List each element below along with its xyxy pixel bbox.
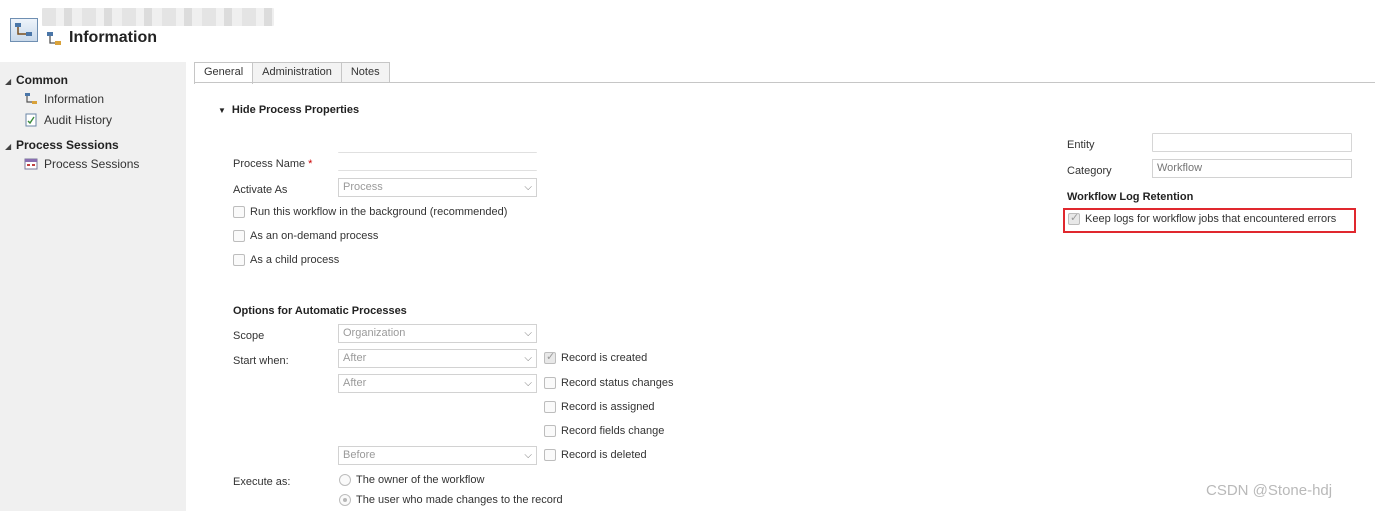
background-workflow-checkbox[interactable]: Run this workflow in the background (rec…	[233, 206, 507, 218]
workflow-log-retention-heading: Workflow Log Retention	[1067, 191, 1194, 203]
scope-label: Scope	[233, 330, 265, 342]
hide-process-properties-toggle[interactable]: ▼ Hide Process Properties	[218, 104, 359, 116]
category-value: Workflow	[1157, 162, 1203, 174]
process-name-label-text: Process Name	[233, 158, 306, 170]
radio-label: The user who made changes to the record	[356, 494, 563, 506]
checkbox[interactable]	[233, 254, 245, 266]
scope-select[interactable]: Organization ⌵	[338, 324, 537, 343]
category-field: Workflow	[1152, 159, 1352, 178]
checkbox-label: As an on-demand process	[250, 230, 379, 242]
nav-item-information[interactable]: Information	[24, 92, 104, 106]
activate-as-select[interactable]: Process ⌵	[338, 178, 537, 197]
chevron-down-icon: ⌵	[524, 450, 532, 461]
checkbox-label: Record fields change	[561, 425, 665, 437]
activate-as-value: Process	[343, 181, 383, 193]
execute-as-owner-radio[interactable]: The owner of the workflow	[339, 474, 484, 486]
nav-item-label: Information	[44, 92, 105, 106]
checkbox[interactable]	[544, 350, 556, 364]
workflow-entity-icon	[10, 18, 38, 42]
category-label: Category	[1067, 165, 1112, 177]
record-status-changes-checkbox[interactable]: Record status changes	[544, 377, 674, 389]
nav-group-process-sessions[interactable]: ◢ Process Sessions	[5, 138, 119, 152]
entity-field	[1152, 133, 1352, 152]
checkbox[interactable]	[544, 449, 556, 461]
chevron-down-icon: ⌵	[524, 378, 532, 389]
tab-administration[interactable]: Administration	[252, 62, 342, 83]
nav-item-label: Process Sessions	[44, 157, 140, 171]
execute-as-label: Execute as:	[233, 476, 291, 488]
page-header: Information	[0, 0, 1375, 62]
record-deleted-checkbox[interactable]: Record is deleted	[544, 449, 647, 461]
checkbox[interactable]	[233, 206, 245, 218]
process-name-input[interactable]	[338, 152, 537, 171]
checkbox-label: Record status changes	[561, 377, 674, 389]
start-when-label: Start when:	[233, 355, 289, 367]
timing-value: Before	[343, 449, 376, 461]
tab-divider	[194, 82, 1375, 83]
collapse-triangle-icon: ▼	[218, 106, 226, 115]
execute-as-user-radio[interactable]: The user who made changes to the record	[339, 494, 563, 506]
watermark: CSDN @Stone-hdj	[1206, 482, 1333, 499]
timing-value: After	[343, 377, 367, 389]
redacted-record-name	[42, 8, 274, 26]
timing-value: After	[343, 352, 367, 364]
left-navigation: ◢ Common Information Audit History ◢ Proce…	[0, 62, 186, 511]
checkbox[interactable]	[544, 401, 556, 413]
process-sessions-icon	[24, 157, 38, 171]
record-deleted-timing-select[interactable]: Before ⌵	[338, 446, 537, 465]
collapse-triangle-icon: ◢	[5, 77, 12, 86]
process-icon	[24, 92, 38, 106]
checkbox-label: Record is assigned	[561, 401, 655, 413]
on-demand-checkbox[interactable]: As an on-demand process	[233, 230, 378, 242]
checkbox-label: As a child process	[250, 254, 340, 266]
process-name-label: Process Name *	[233, 158, 312, 170]
section-title: Hide Process Properties	[231, 104, 360, 116]
checkbox-label: Record is created	[561, 352, 648, 364]
record-created-checkbox[interactable]: Record is created	[544, 350, 648, 364]
record-status-timing-select[interactable]: After ⌵	[338, 374, 537, 393]
tab-general[interactable]: General	[194, 62, 254, 84]
chevron-down-icon: ⌵	[524, 353, 532, 364]
child-process-checkbox[interactable]: As a child process	[233, 254, 339, 266]
tab-notes[interactable]: Notes	[340, 62, 390, 83]
required-indicator: *	[308, 158, 313, 170]
nav-group-common[interactable]: ◢ Common	[5, 73, 68, 87]
audit-history-icon	[24, 113, 38, 127]
chevron-down-icon: ⌵	[524, 328, 532, 339]
radio-button[interactable]	[339, 474, 351, 486]
nav-item-process-sessions[interactable]: Process Sessions	[24, 157, 139, 171]
automatic-processes-heading: Options for Automatic Processes	[233, 305, 407, 317]
record-assigned-checkbox[interactable]: Record is assigned	[544, 401, 655, 413]
activate-as-label: Activate As	[233, 184, 288, 196]
radio-button[interactable]	[339, 494, 351, 506]
record-fields-change-checkbox[interactable]: Record fields change	[544, 425, 664, 437]
entity-label: Entity	[1067, 139, 1095, 151]
chevron-down-icon: ⌵	[524, 182, 532, 193]
radio-label: The owner of the workflow	[356, 474, 485, 486]
checkbox[interactable]	[544, 377, 556, 389]
checkbox[interactable]	[544, 425, 556, 437]
nav-group-label: Process Sessions	[16, 138, 119, 152]
checkbox-label: Record is deleted	[561, 449, 647, 461]
form-tabs: General Administration Notes	[194, 62, 390, 84]
page-title: Information	[69, 29, 157, 46]
process-icon	[47, 32, 61, 45]
checkbox[interactable]	[233, 230, 245, 242]
record-created-timing-select[interactable]: After ⌵	[338, 349, 537, 368]
highlight-annotation-box	[1063, 208, 1356, 233]
scope-value: Organization	[343, 327, 406, 339]
nav-item-label: Audit History	[44, 113, 113, 127]
nav-item-audit-history[interactable]: Audit History	[24, 113, 112, 127]
checkbox-label: Run this workflow in the background (rec…	[250, 206, 508, 218]
collapse-triangle-icon: ◢	[5, 142, 12, 151]
nav-group-label: Common	[16, 73, 68, 87]
